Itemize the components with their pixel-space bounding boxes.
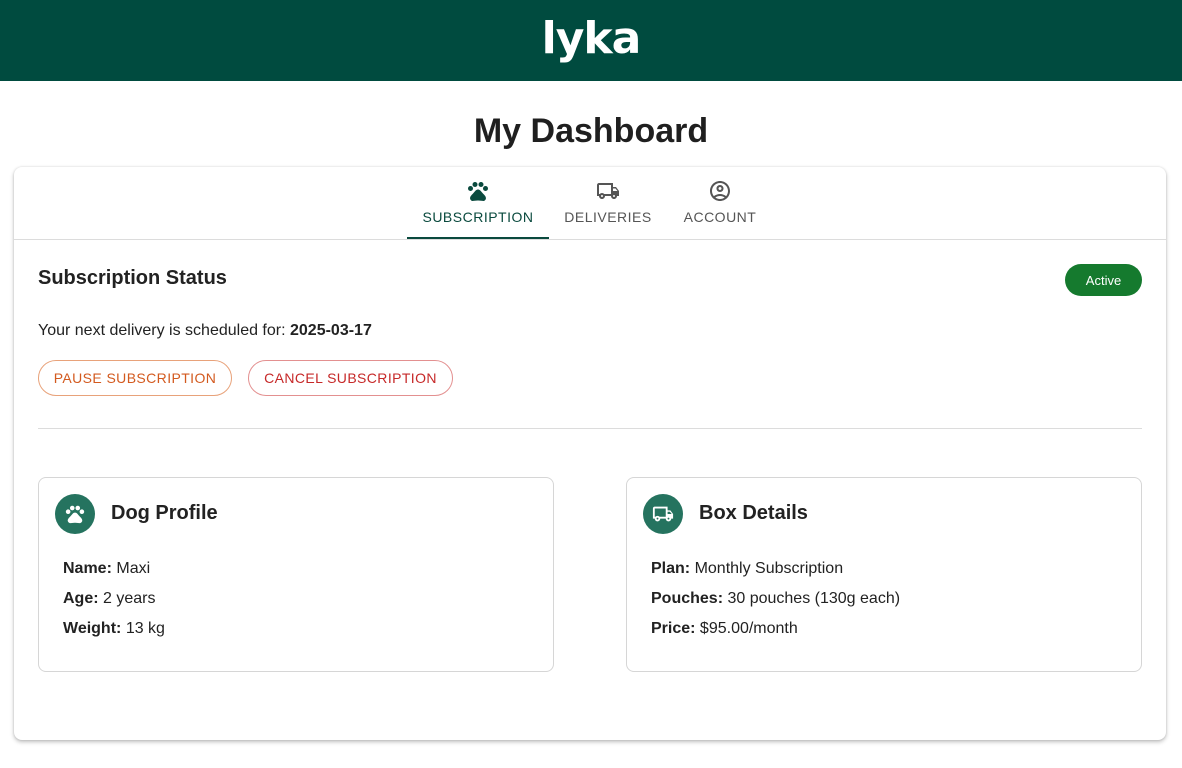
page-title: My Dashboard [473, 112, 709, 150]
dog-name-row: Name: Maxi [63, 560, 150, 578]
price-label: Price: [651, 620, 696, 637]
dog-age-label: Age: [63, 590, 99, 607]
next-delivery-text: Your next delivery is scheduled for: 202… [38, 322, 372, 340]
truck-icon [597, 183, 619, 199]
section-divider [38, 428, 1142, 429]
truck-icon [652, 506, 674, 522]
status-badge: Active [1065, 264, 1142, 296]
lyka-logo[interactable]: lyka [542, 16, 642, 61]
plan-value: Monthly Subscription [694, 560, 844, 577]
tab-account[interactable]: ACCOUNT [675, 167, 765, 239]
tab-deliveries-label: DELIVERIES [564, 209, 652, 225]
dog-name-label: Name: [63, 560, 112, 577]
pause-subscription-button[interactable]: PAUSE SUBSCRIPTION [38, 360, 232, 396]
tab-subscription[interactable]: SUBSCRIPTION [407, 167, 549, 239]
tab-deliveries[interactable]: DELIVERIES [557, 167, 659, 239]
pouches-label: Pouches: [651, 590, 724, 607]
paw-icon [468, 182, 488, 202]
subscription-status-title: Subscription Status [38, 267, 227, 289]
next-delivery-label: Your next delivery is scheduled for: [38, 322, 286, 339]
pouches-row: Pouches: 30 pouches (130g each) [651, 590, 900, 608]
dog-weight-value: 13 kg [125, 620, 165, 637]
dog-name-value: Maxi [116, 560, 151, 577]
box-details-avatar [643, 494, 683, 534]
dog-weight-label: Weight: [63, 620, 122, 637]
price-value: $95.00/month [699, 620, 798, 637]
cancel-subscription-button[interactable]: CANCEL SUBSCRIPTION [248, 360, 453, 396]
dog-age-row: Age: 2 years [63, 590, 155, 608]
dog-age-value: 2 years [103, 590, 156, 607]
tab-subscription-label: SUBSCRIPTION [422, 209, 534, 225]
account-circle-icon [710, 181, 730, 201]
dog-profile-title: Dog Profile [111, 502, 218, 524]
plan-row: Plan: Monthly Subscription [651, 560, 843, 578]
next-delivery-date: 2025-03-17 [290, 322, 372, 339]
paw-icon [65, 505, 85, 524]
pouches-value: 30 pouches (130g each) [727, 590, 901, 607]
dashboard-tabs: SUBSCRIPTION DELIVERIES ACCOUNT [14, 167, 1166, 240]
price-row: Price: $95.00/month [651, 620, 798, 638]
box-details-title: Box Details [699, 502, 808, 524]
dog-profile-card: Dog Profile Name: Maxi Age: 2 years Weig… [38, 477, 554, 672]
box-details-card: Box Details Plan: Monthly Subscription P… [626, 477, 1142, 672]
active-tab-indicator [407, 237, 549, 239]
tab-account-label: ACCOUNT [683, 209, 757, 225]
dashboard-card: SUBSCRIPTION DELIVERIES ACCOUNT Subscrip… [14, 167, 1166, 740]
dog-weight-row: Weight: 13 kg [63, 620, 165, 638]
plan-label: Plan: [651, 560, 691, 577]
dog-profile-avatar [55, 494, 95, 534]
top-header: lyka [0, 0, 1182, 81]
